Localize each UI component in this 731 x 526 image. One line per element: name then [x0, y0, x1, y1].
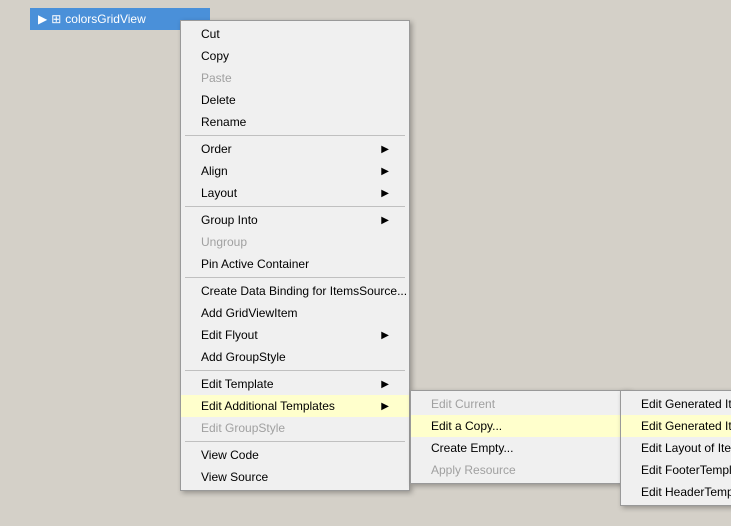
menu-item-addgridview[interactable]: Add GridViewItem: [181, 302, 409, 324]
separator-3: [185, 277, 405, 278]
submenu-arrow: ▶: [381, 330, 389, 341]
menu-item-editcurrent: Edit Current: [411, 393, 629, 415]
menu-item-rename[interactable]: Rename: [181, 111, 409, 133]
menu-item-copy[interactable]: Copy: [181, 45, 409, 67]
menu-item-editheadertemplate[interactable]: Edit HeaderTemplate: [621, 481, 731, 503]
menu-item-viewsource[interactable]: View Source: [181, 466, 409, 488]
menu-item-order[interactable]: Order ▶: [181, 138, 409, 160]
expand-icon: ▶: [38, 12, 47, 26]
menu-item-pinactive[interactable]: Pin Active Container: [181, 253, 409, 275]
menu-item-viewcode[interactable]: View Code: [181, 444, 409, 466]
menu-item-paste: Paste: [181, 67, 409, 89]
submenu-arrow: ▶: [381, 401, 389, 412]
menu-item-editlayout[interactable]: Edit Layout of Items (ItemsPanel) ▶: [621, 437, 731, 459]
separator-1: [185, 135, 405, 136]
menu-item-ungroup: Ungroup: [181, 231, 409, 253]
separator-4: [185, 370, 405, 371]
submenu-arrow: ▶: [381, 188, 389, 199]
menu-item-groupinto[interactable]: Group Into ▶: [181, 209, 409, 231]
submenu-arrow: ▶: [381, 144, 389, 155]
menu-item-editfootertemplate[interactable]: Edit FooterTemplate: [621, 459, 731, 481]
grid-icon: ⊞: [51, 12, 61, 26]
menu-item-editadditional[interactable]: Edit Additional Templates ▶: [181, 395, 409, 417]
separator-2: [185, 206, 405, 207]
secondary-context-menu: Edit Current Edit a Copy... Create Empty…: [410, 390, 630, 484]
primary-context-menu: Cut Copy Paste Delete Rename Order ▶ Ali…: [180, 20, 410, 491]
menu-item-editgenerated[interactable]: Edit Generated Items (ItemTemplate) ▶: [621, 393, 731, 415]
menu-item-addgroupstyle[interactable]: Add GroupStyle: [181, 346, 409, 368]
menu-item-layout[interactable]: Layout ▶: [181, 182, 409, 204]
tertiary-context-menu: Edit Generated Items (ItemTemplate) ▶ Ed…: [620, 390, 731, 506]
separator-5: [185, 441, 405, 442]
menu-item-delete[interactable]: Delete: [181, 89, 409, 111]
menu-item-databinding[interactable]: Create Data Binding for ItemsSource...: [181, 280, 409, 302]
menu-item-createempty[interactable]: Create Empty...: [411, 437, 629, 459]
menu-item-edittemplate[interactable]: Edit Template ▶: [181, 373, 409, 395]
menu-item-editgroupstyle: Edit GroupStyle: [181, 417, 409, 439]
menu-item-editacopy[interactable]: Edit a Copy...: [411, 415, 629, 437]
menu-item-align[interactable]: Align ▶: [181, 160, 409, 182]
menu-item-applyresource: Apply Resource: [411, 459, 629, 481]
submenu-arrow: ▶: [381, 166, 389, 177]
title-label: colorsGridView: [65, 12, 145, 26]
submenu-arrow: ▶: [381, 379, 389, 390]
menu-item-editcontainer[interactable]: Edit Generated Item Container (ItemConta…: [621, 415, 731, 437]
submenu-arrow: ▶: [381, 215, 389, 226]
menu-item-editflyout[interactable]: Edit Flyout ▶: [181, 324, 409, 346]
menu-item-cut[interactable]: Cut: [181, 23, 409, 45]
